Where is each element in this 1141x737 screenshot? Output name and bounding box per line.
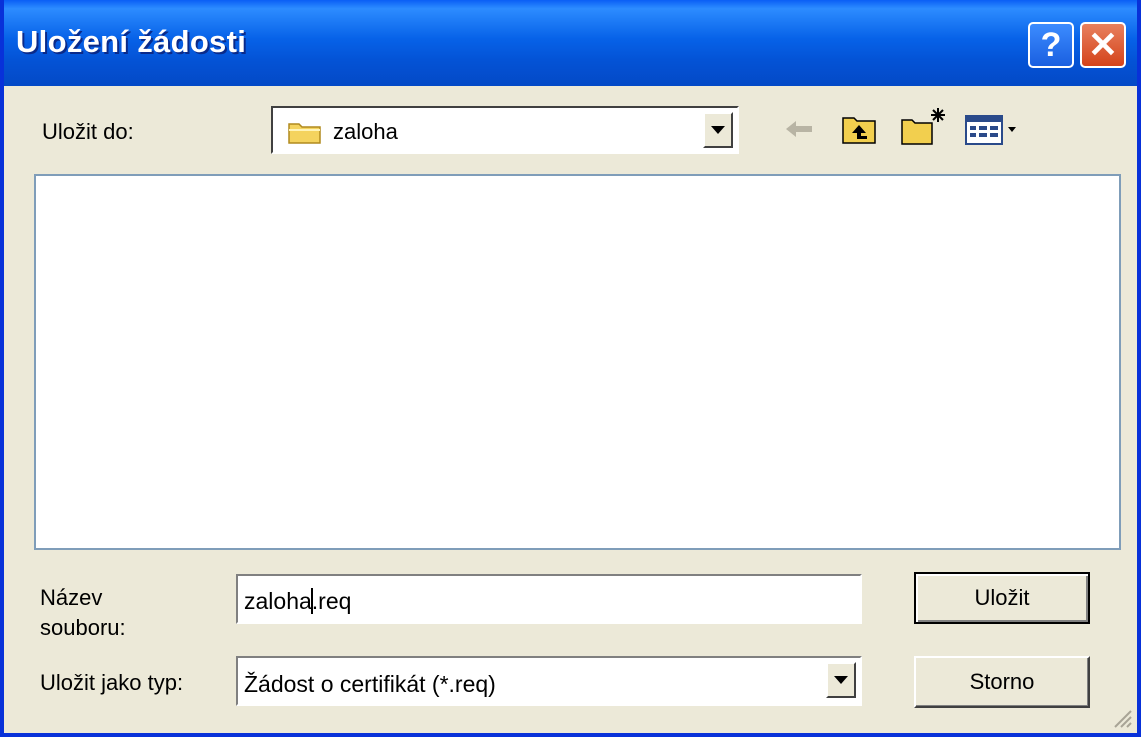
back-arrow-icon[interactable] [782, 116, 816, 142]
file-name-label-line1: Název [40, 585, 103, 610]
views-menu-icon[interactable] [964, 114, 1026, 146]
file-name-input[interactable]: zaloha.req [236, 574, 862, 624]
up-folder-icon[interactable] [840, 112, 878, 146]
save-type-label: Uložit jako typ: [40, 670, 184, 695]
chevron-down-icon [711, 126, 725, 134]
help-button[interactable]: ? [1028, 22, 1074, 68]
title-bar[interactable]: Uložení žádosti ? ✕ [4, 0, 1137, 86]
save-type-value: Žádost o certifikát (*.req) [244, 671, 496, 697]
save-request-dialog: Uložení žádosti ? ✕ Uložit do: zaloha Ná… [0, 0, 1141, 737]
window-title: Uložení žádosti [16, 24, 247, 59]
save-in-value: zaloha [333, 119, 398, 144]
save-button[interactable]: Uložit [914, 572, 1090, 624]
file-name-value-start: zaloha [244, 588, 312, 614]
file-name-label: Název souboru: [40, 583, 126, 643]
new-folder-icon[interactable] [900, 106, 948, 146]
file-name-label-line2: souboru: [40, 615, 126, 640]
save-in-label: Uložit do: [42, 119, 134, 144]
folder-icon [288, 123, 321, 144]
chevron-down-icon [834, 676, 848, 684]
resize-grip-icon[interactable] [1111, 707, 1133, 729]
file-list[interactable] [34, 174, 1121, 550]
save-in-dropdown[interactable]: zaloha [271, 106, 739, 154]
close-button[interactable]: ✕ [1080, 22, 1126, 68]
save-type-dropdown-button[interactable] [826, 662, 856, 698]
save-in-dropdown-button[interactable] [703, 112, 733, 148]
file-name-value-end: .req [311, 588, 352, 614]
save-type-dropdown[interactable]: Žádost o certifikát (*.req) [236, 656, 862, 706]
cancel-button[interactable]: Storno [914, 656, 1090, 708]
